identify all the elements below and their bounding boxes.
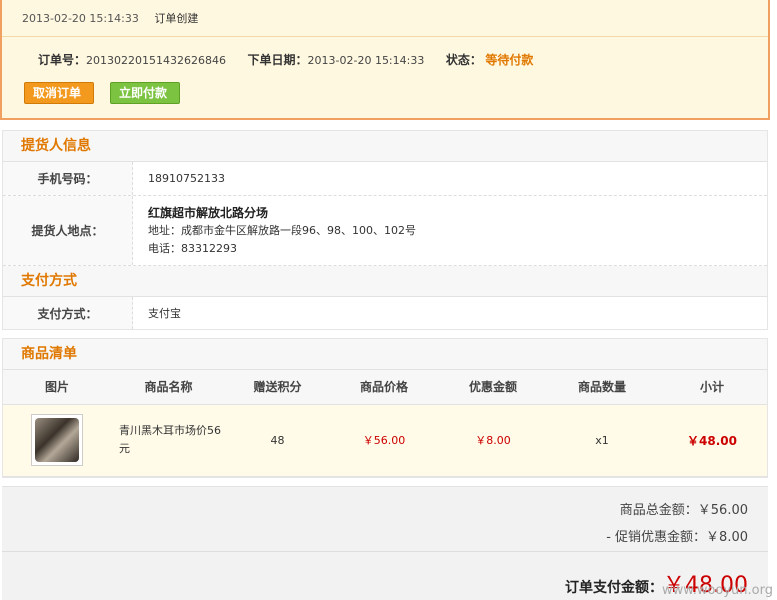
date-label: 下单日期： bbox=[247, 53, 308, 67]
col-qty: 商品数量 bbox=[547, 370, 657, 405]
status-badge: 等待付款 bbox=[485, 53, 534, 67]
address-value: 红旗超市解放北路分场 地址：成都市金牛区解放路一段96、98、100、102号 … bbox=[133, 196, 416, 265]
product-name[interactable]: 青川黑木耳市场价56元 bbox=[111, 404, 226, 477]
phone-label: 手机号码： bbox=[3, 162, 133, 195]
product-image bbox=[35, 418, 79, 462]
cancel-order-button[interactable]: 取消订单 bbox=[24, 82, 94, 104]
product-image-cell[interactable] bbox=[3, 404, 111, 477]
order-log-line: 2013-02-20 15:14:33 订单创建 bbox=[2, 0, 768, 37]
col-subtotal: 小计 bbox=[657, 370, 767, 405]
address-row: 提货人地点： 红旗超市解放北路分场 地址：成都市金牛区解放路一段96、98、10… bbox=[3, 196, 767, 266]
payment-value: 支付宝 bbox=[148, 307, 181, 320]
table-row: 青川黑木耳市场价56元 48 ￥56.00 ￥8.00 x1 ￥48.00 bbox=[3, 404, 767, 477]
order-date: 2013-02-20 15:14:33 bbox=[307, 54, 425, 67]
col-image: 图片 bbox=[3, 370, 111, 405]
product-thumbnail[interactable] bbox=[31, 414, 83, 466]
goods-total: 商品总金额：￥56.00 bbox=[619, 503, 748, 518]
col-points: 赠送积分 bbox=[226, 370, 329, 405]
goods-table: 图片 商品名称 赠送积分 商品价格 优惠金额 商品数量 小计 青川黑木耳市场价5… bbox=[3, 370, 767, 477]
payment-title: 支付方式 bbox=[3, 266, 767, 297]
order-no-label: 订单号： bbox=[38, 53, 87, 67]
product-points: 48 bbox=[226, 404, 329, 477]
payment-label: 支付方式： bbox=[3, 297, 133, 329]
pickup-title: 提货人信息 bbox=[3, 131, 767, 162]
summary-divider bbox=[2, 551, 768, 552]
order-status-box: 2013-02-20 15:14:33 订单创建 订单号：20130220151… bbox=[0, 0, 770, 120]
pay-now-button[interactable]: 立即付款 bbox=[110, 82, 180, 104]
goods-header-row: 图片 商品名称 赠送积分 商品价格 优惠金额 商品数量 小计 bbox=[3, 370, 767, 405]
address-label: 提货人地点： bbox=[3, 196, 133, 265]
col-name: 商品名称 bbox=[111, 370, 226, 405]
col-discount: 优惠金额 bbox=[439, 370, 547, 405]
phone-row: 手机号码： 18910752133 bbox=[3, 162, 767, 196]
product-price: ￥56.00 bbox=[329, 404, 439, 477]
order-info: 订单号：20130220151432626846 下单日期：2013-02-20… bbox=[2, 37, 768, 68]
store-tel: 电话：83312293 bbox=[148, 241, 237, 255]
payment-row: 支付方式： 支付宝 bbox=[3, 297, 767, 329]
col-price: 商品价格 bbox=[329, 370, 439, 405]
phone-value: 18910752133 bbox=[148, 172, 225, 185]
goods-panel: 商品清单 图片 商品名称 赠送积分 商品价格 优惠金额 商品数量 小计 青川黑木… bbox=[2, 338, 768, 478]
store-name: 红旗超市解放北路分场 bbox=[148, 205, 269, 220]
product-discount: ￥8.00 bbox=[439, 404, 547, 477]
log-event: 订单创建 bbox=[154, 12, 199, 25]
product-qty: x1 bbox=[547, 404, 657, 477]
log-time: 2013-02-20 15:14:33 bbox=[22, 12, 139, 25]
order-no: 20130220151432626846 bbox=[86, 54, 226, 67]
pickup-panel: 提货人信息 手机号码： 18910752133 提货人地点： 红旗超市解放北路分… bbox=[2, 130, 768, 330]
product-subtotal: ￥48.00 bbox=[657, 404, 767, 477]
watermark: www.wooyun.org bbox=[661, 583, 773, 598]
promo-discount: - 促销优惠金额：￥8.00 bbox=[606, 530, 748, 545]
goods-title: 商品清单 bbox=[3, 339, 767, 370]
pay-total-label: 订单支付金额： bbox=[565, 580, 664, 596]
store-address: 地址：成都市金牛区解放路一段96、98、100、102号 bbox=[148, 223, 416, 237]
order-summary: 商品总金额：￥56.00 - 促销优惠金额：￥8.00 订单支付金额：￥48.0… bbox=[2, 486, 768, 600]
status-label: 状态： bbox=[445, 53, 482, 67]
